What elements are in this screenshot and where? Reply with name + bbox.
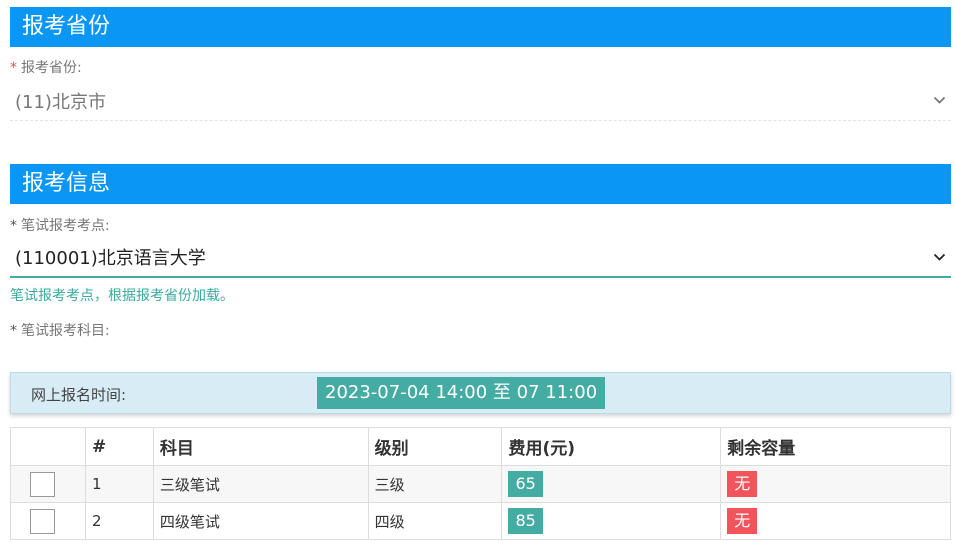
table-row: 1 三级笔试 三级 65 无	[10, 465, 951, 503]
registration-time-value: 2023-07-04 14:00 至 07 11:00	[317, 377, 606, 409]
column-header-select	[10, 427, 86, 466]
row-fee-cell: 85	[501, 502, 722, 540]
chevron-down-icon	[931, 93, 947, 109]
row-subject: 三级笔试	[152, 465, 369, 503]
row-select-cell	[10, 502, 86, 540]
column-header-subject: 科目	[152, 427, 369, 466]
table-header-row: # 科目 级别 费用(元) 剩余容量	[10, 427, 951, 466]
info-section-header: 报考信息	[10, 164, 951, 204]
required-mark: *	[10, 323, 17, 339]
info-section-title: 报考信息	[22, 171, 111, 196]
province-select-value: (11)北京市	[15, 91, 106, 113]
province-select[interactable]: (11)北京市	[10, 81, 951, 121]
capacity-badge: 无	[727, 508, 758, 534]
province-section-header: 报考省份	[10, 7, 951, 47]
row-level: 三级	[367, 465, 503, 503]
province-section-title: 报考省份	[22, 14, 111, 39]
row-level: 四级	[367, 502, 503, 540]
row-subject: 四级笔试	[152, 502, 369, 540]
exam-site-select[interactable]: (110001)北京语言大学	[10, 238, 951, 278]
province-field-label: * 报考省份:	[10, 57, 82, 77]
subject-label-text: 笔试报考科目:	[21, 323, 110, 339]
subject-field-label: * 笔试报考科目:	[10, 320, 110, 340]
row-capacity-cell: 无	[720, 465, 951, 503]
row-checkbox[interactable]	[30, 508, 55, 534]
row-index: 2	[84, 502, 154, 540]
chevron-down-icon	[931, 249, 947, 265]
exam-site-select-value: (110001)北京语言大学	[15, 248, 206, 269]
column-header-index: #	[84, 427, 154, 466]
exam-site-label-text: 笔试报考考点:	[21, 218, 110, 234]
registration-time-label: 网上报名时间:	[31, 386, 127, 404]
fee-badge: 85	[508, 508, 543, 534]
required-mark: *	[10, 218, 17, 234]
exam-site-field-label: * 笔试报考考点:	[10, 215, 110, 235]
column-header-capacity: 剩余容量	[720, 427, 951, 466]
row-fee-cell: 65	[501, 465, 722, 503]
fee-badge: 65	[508, 471, 543, 497]
table-row: 2 四级笔试 四级 85 无	[10, 502, 951, 540]
capacity-badge: 无	[727, 471, 758, 497]
registration-time-box: 网上报名时间: 2023-07-04 14:00 至 07 11:00	[10, 372, 951, 414]
subjects-table: # 科目 级别 费用(元) 剩余容量 1 三级笔试 三级 65 无 2 四级笔试…	[10, 427, 951, 540]
required-mark: *	[10, 60, 17, 76]
row-capacity-cell: 无	[720, 502, 951, 540]
row-select-cell	[10, 465, 86, 503]
row-index: 1	[84, 465, 154, 503]
column-header-fee: 费用(元)	[501, 427, 722, 466]
row-checkbox[interactable]	[30, 471, 55, 497]
province-label-text: 报考省份:	[21, 60, 82, 76]
exam-site-hint: 笔试报考考点，根据报考省份加载。	[10, 288, 234, 304]
column-header-level: 级别	[367, 427, 503, 466]
